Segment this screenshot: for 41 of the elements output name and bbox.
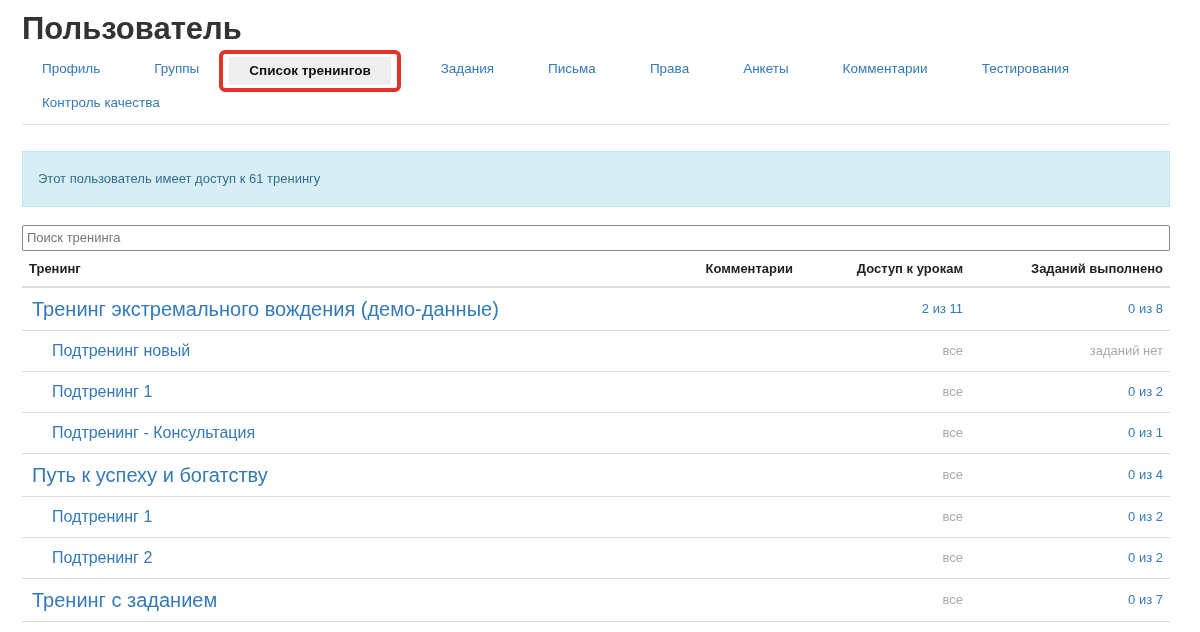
subtraining-link[interactable]: Подтренинг 1	[29, 507, 153, 525]
count-link[interactable]: 0 из 8	[1128, 301, 1163, 316]
count-link[interactable]: 0 из 7	[1128, 591, 1163, 607]
count-link[interactable]: 0 из 4	[1128, 466, 1163, 482]
info-alert: Этот пользователь имеет доступ к 61 тренингу	[22, 151, 1170, 207]
status-text: все	[942, 342, 963, 358]
column-header: Тренинг	[22, 250, 666, 287]
column-header: Заданий выполнено	[970, 250, 1170, 287]
tab[interactable]: Тестирования	[961, 54, 1089, 88]
count-link[interactable]: 0 из 1	[1128, 424, 1163, 440]
search-field[interactable]: Поиск тренинга	[22, 224, 1170, 251]
tab[interactable]: Комментарии	[822, 54, 948, 88]
subtraining-link[interactable]: Подтренинг 2	[29, 548, 153, 566]
status-text: все	[942, 591, 963, 607]
subtraining-link[interactable]: Подтренинг - Консультация	[29, 423, 256, 441]
page-title: Пользователь	[22, 10, 243, 48]
training-link[interactable]: Тренинг с заданием	[29, 588, 218, 611]
training-link[interactable]: Путь к успеху и богатству	[29, 463, 268, 486]
subtraining-link[interactable]: Подтренинг 1	[29, 382, 153, 400]
column-header: Комментарии	[665, 250, 800, 287]
tab[interactable]: Группы	[134, 54, 220, 88]
tab[interactable]: Письма	[528, 54, 616, 88]
status-text: все	[942, 508, 963, 524]
status-text: все	[942, 383, 963, 399]
column-header: Доступ к урокам	[800, 250, 970, 287]
status-text: все	[942, 466, 963, 482]
status-text: все	[942, 424, 963, 440]
training-link[interactable]: Тренинг экстремального вождения (демо-данные)	[29, 297, 499, 320]
tab[interactable]: Список тренингов	[229, 57, 391, 85]
count-link[interactable]: 0 из 2	[1128, 508, 1163, 524]
tab[interactable]: Анкеты	[723, 54, 809, 88]
status-text: все	[942, 549, 963, 565]
count-link[interactable]: 0 из 2	[1128, 549, 1163, 565]
count-link[interactable]: 2 из 11	[921, 301, 963, 316]
count-link[interactable]: 0 из 2	[1128, 383, 1163, 399]
tab[interactable]: Задания	[420, 54, 515, 88]
tab[interactable]: Профиль	[22, 54, 121, 88]
tab[interactable]: Права	[629, 54, 710, 88]
tab[interactable]: Контроль качества	[22, 88, 180, 118]
subtraining-link[interactable]: Подтренинг новый	[29, 341, 191, 359]
status-text: заданий нет	[1089, 342, 1163, 358]
